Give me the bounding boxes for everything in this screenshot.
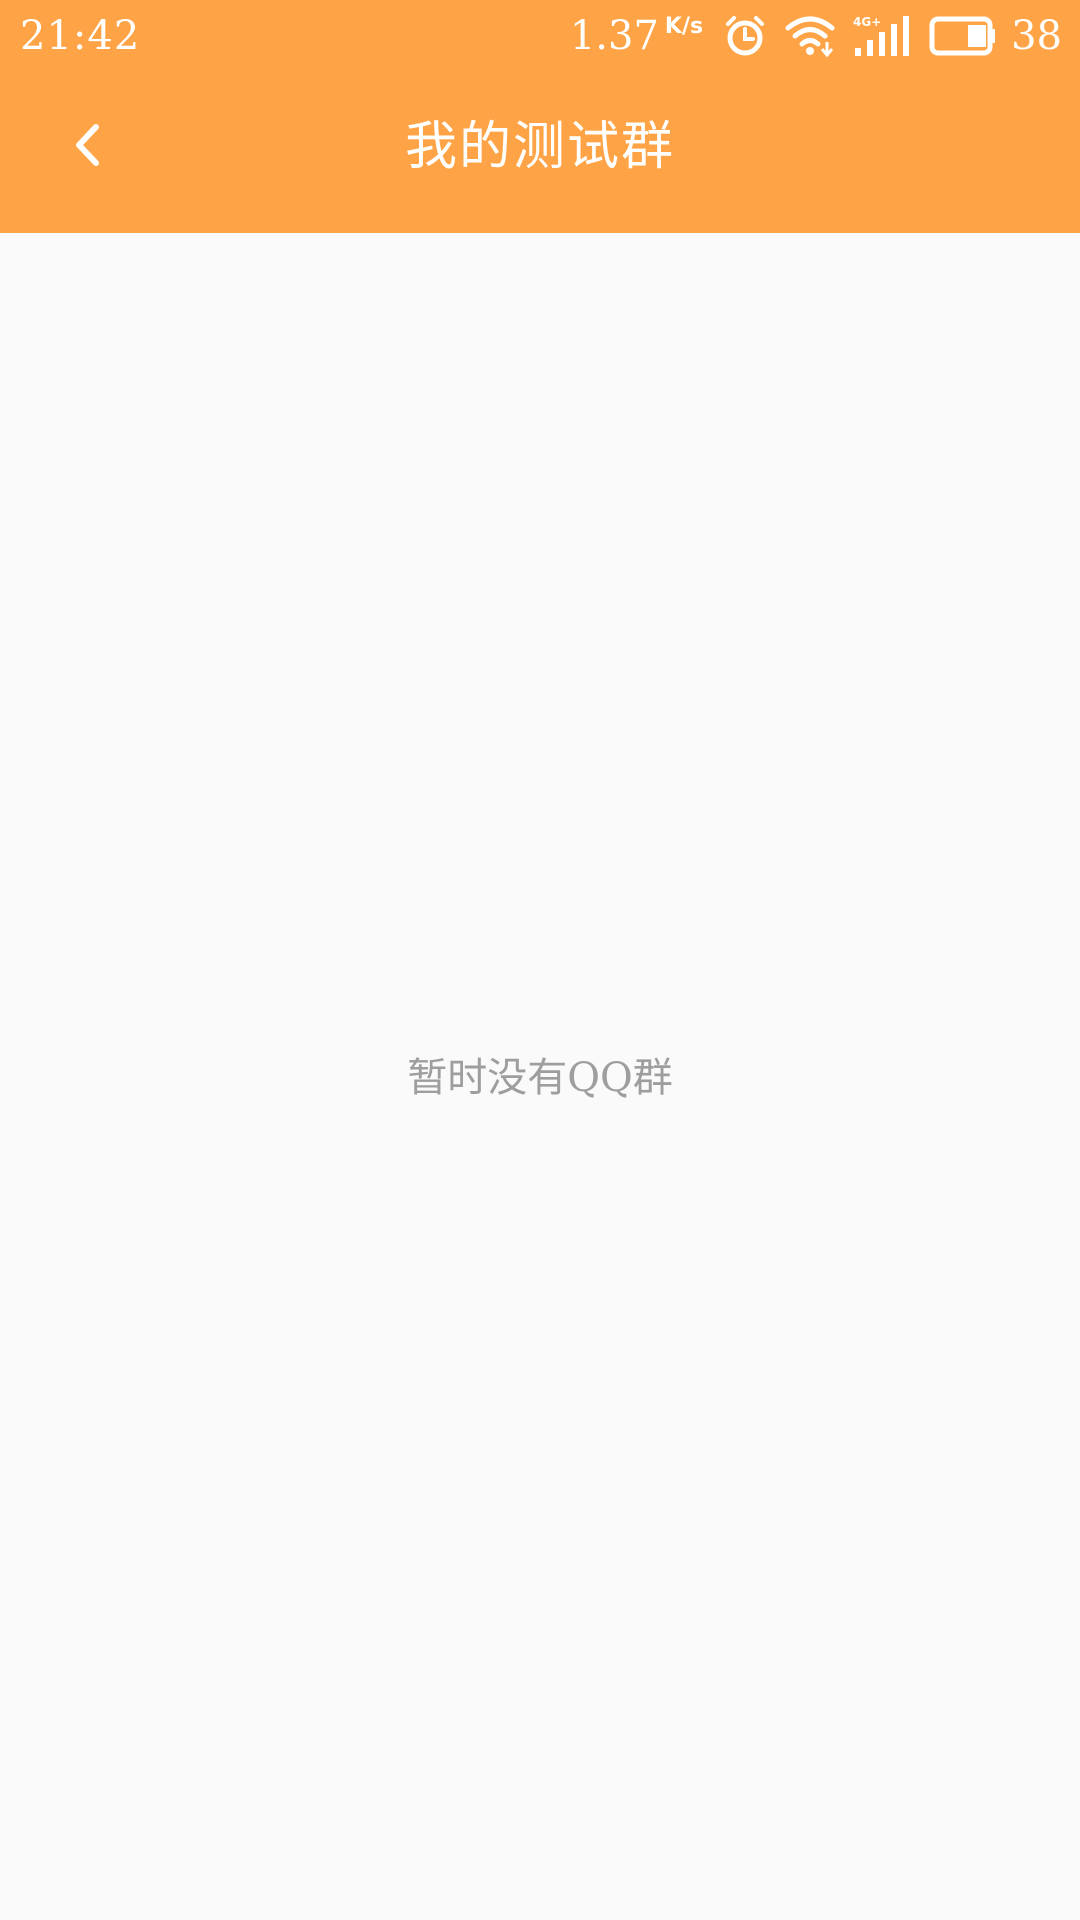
empty-state-message: 暂时没有QQ群 (407, 1055, 673, 1101)
page-title: 我的测试群 (404, 117, 675, 177)
battery-level: 38 (1011, 13, 1062, 59)
group-list-area: 暂时没有QQ群 (0, 233, 1080, 1920)
wifi-icon (785, 14, 835, 58)
battery-icon (929, 16, 997, 56)
network-speed-unit: K/s (664, 14, 704, 39)
network-type-label: 4G+ (853, 15, 881, 29)
alarm-icon (723, 14, 767, 58)
signal-icon: 4G+ (853, 14, 911, 58)
network-speed: 1.37 (569, 13, 659, 59)
status-time: 21:42 (20, 13, 141, 59)
app-bar: 我的测试群 (0, 72, 1080, 233)
status-bar: 21:42 1.37 K/s 4G+ 38 (0, 0, 1080, 72)
status-indicators: 1.37 K/s 4G+ 38 (570, 10, 1062, 62)
